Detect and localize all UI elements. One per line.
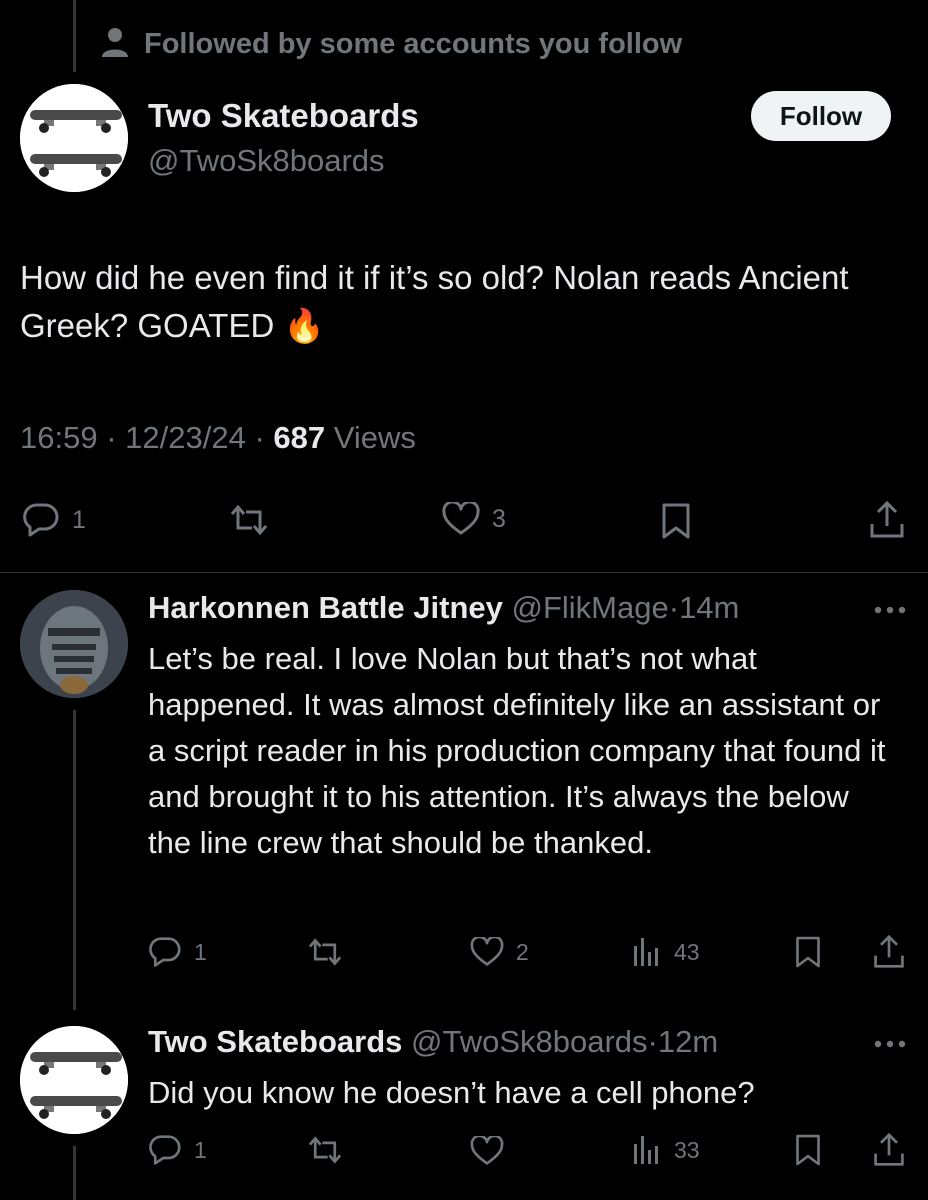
separator: · bbox=[668, 590, 680, 625]
repost-icon bbox=[306, 1134, 344, 1166]
divider bbox=[0, 572, 928, 573]
author-name[interactable]: Two Skateboards bbox=[148, 97, 419, 135]
reply-count: 1 bbox=[194, 938, 207, 965]
tweet-date[interactable]: 12/23/24 bbox=[125, 420, 246, 455]
share-icon bbox=[872, 1132, 906, 1168]
heart-icon bbox=[470, 937, 504, 967]
reply-icon bbox=[148, 936, 182, 968]
repost-button[interactable] bbox=[306, 1134, 344, 1166]
reply-count: 1 bbox=[194, 1136, 207, 1163]
repost-button[interactable] bbox=[306, 936, 344, 968]
avatar[interactable] bbox=[20, 1026, 128, 1134]
like-button[interactable] bbox=[470, 1136, 516, 1166]
repost-icon bbox=[228, 502, 270, 538]
reply-text: Did you know he doesn’t have a cell phon… bbox=[148, 1075, 755, 1110]
bookmark-icon bbox=[794, 1133, 822, 1167]
share-button[interactable] bbox=[872, 1132, 906, 1168]
views-count: 33 bbox=[674, 1136, 700, 1163]
share-icon bbox=[868, 500, 906, 540]
tweet-text-body: How did he even find it if it’s so old? … bbox=[20, 259, 849, 344]
tweet-meta: 16:59 · 12/23/24 · 687 Views bbox=[20, 420, 416, 456]
repost-button[interactable] bbox=[228, 502, 270, 538]
heart-icon bbox=[442, 502, 480, 536]
tweet-time[interactable]: 16:59 bbox=[20, 420, 98, 455]
author-handle[interactable]: @FlikMage bbox=[512, 590, 669, 625]
views-count: 687 bbox=[273, 420, 326, 455]
avatar[interactable] bbox=[20, 590, 128, 698]
author-handle[interactable]: @TwoSk8boards bbox=[148, 143, 385, 179]
bookmark-icon bbox=[794, 935, 822, 969]
social-context: Followed by some accounts you follow bbox=[100, 26, 682, 63]
separator: · bbox=[254, 420, 265, 455]
thread-line-reply-2 bbox=[73, 1146, 76, 1200]
thread-line-top bbox=[73, 0, 76, 72]
bookmark-button[interactable] bbox=[794, 935, 822, 969]
author-name[interactable]: Harkonnen Battle Jitney bbox=[148, 590, 503, 625]
like-button[interactable]: 2 bbox=[470, 937, 529, 967]
views-icon bbox=[632, 1134, 662, 1166]
author-name[interactable]: Two Skateboards bbox=[148, 1024, 402, 1059]
reply-time[interactable]: 14m bbox=[679, 590, 739, 625]
separator: · bbox=[647, 1024, 658, 1059]
like-button[interactable]: 3 bbox=[442, 502, 506, 536]
follow-button[interactable]: Follow bbox=[751, 91, 891, 141]
author-handle[interactable]: @TwoSk8boards bbox=[411, 1024, 648, 1059]
views-count: 43 bbox=[674, 938, 700, 965]
person-icon bbox=[100, 26, 130, 63]
thread-line-reply-1 bbox=[73, 710, 76, 1010]
bookmark-button[interactable] bbox=[794, 1133, 822, 1167]
share-button[interactable] bbox=[872, 934, 906, 970]
more-options-icon[interactable] bbox=[874, 1036, 906, 1054]
share-icon bbox=[872, 934, 906, 970]
reply-time[interactable]: 12m bbox=[658, 1024, 718, 1059]
tweet-text: How did he even find it if it’s so old? … bbox=[20, 254, 910, 350]
reply-button[interactable]: 1 bbox=[22, 502, 86, 538]
avatar[interactable] bbox=[20, 84, 128, 192]
views-label: Views bbox=[333, 420, 416, 455]
views-button[interactable]: 43 bbox=[632, 936, 700, 968]
bookmark-icon bbox=[660, 502, 692, 540]
more-options-icon[interactable] bbox=[874, 602, 906, 620]
reply-count: 1 bbox=[72, 505, 86, 534]
reply-icon bbox=[22, 502, 60, 538]
social-context-text: Followed by some accounts you follow bbox=[144, 28, 683, 60]
reply-text: Let’s be real. I love Nolan but that’s n… bbox=[148, 641, 886, 860]
reply-icon bbox=[148, 1134, 182, 1166]
reply-button[interactable]: 1 bbox=[148, 936, 207, 968]
like-count: 2 bbox=[516, 938, 529, 965]
separator: · bbox=[106, 420, 117, 455]
bookmark-button[interactable] bbox=[660, 502, 692, 540]
reply-header: Two Skateboards @TwoSk8boards·12m bbox=[148, 1024, 718, 1060]
heart-icon bbox=[470, 1136, 504, 1166]
reply-button[interactable]: 1 bbox=[148, 1134, 207, 1166]
views-button[interactable]: 33 bbox=[632, 1134, 700, 1166]
repost-icon bbox=[306, 936, 344, 968]
reply-header: Harkonnen Battle Jitney @FlikMage·14m bbox=[148, 590, 739, 626]
views-icon bbox=[632, 936, 662, 968]
like-count: 3 bbox=[492, 504, 506, 533]
fire-emoji: 🔥 bbox=[283, 307, 325, 344]
share-button[interactable] bbox=[868, 500, 906, 540]
